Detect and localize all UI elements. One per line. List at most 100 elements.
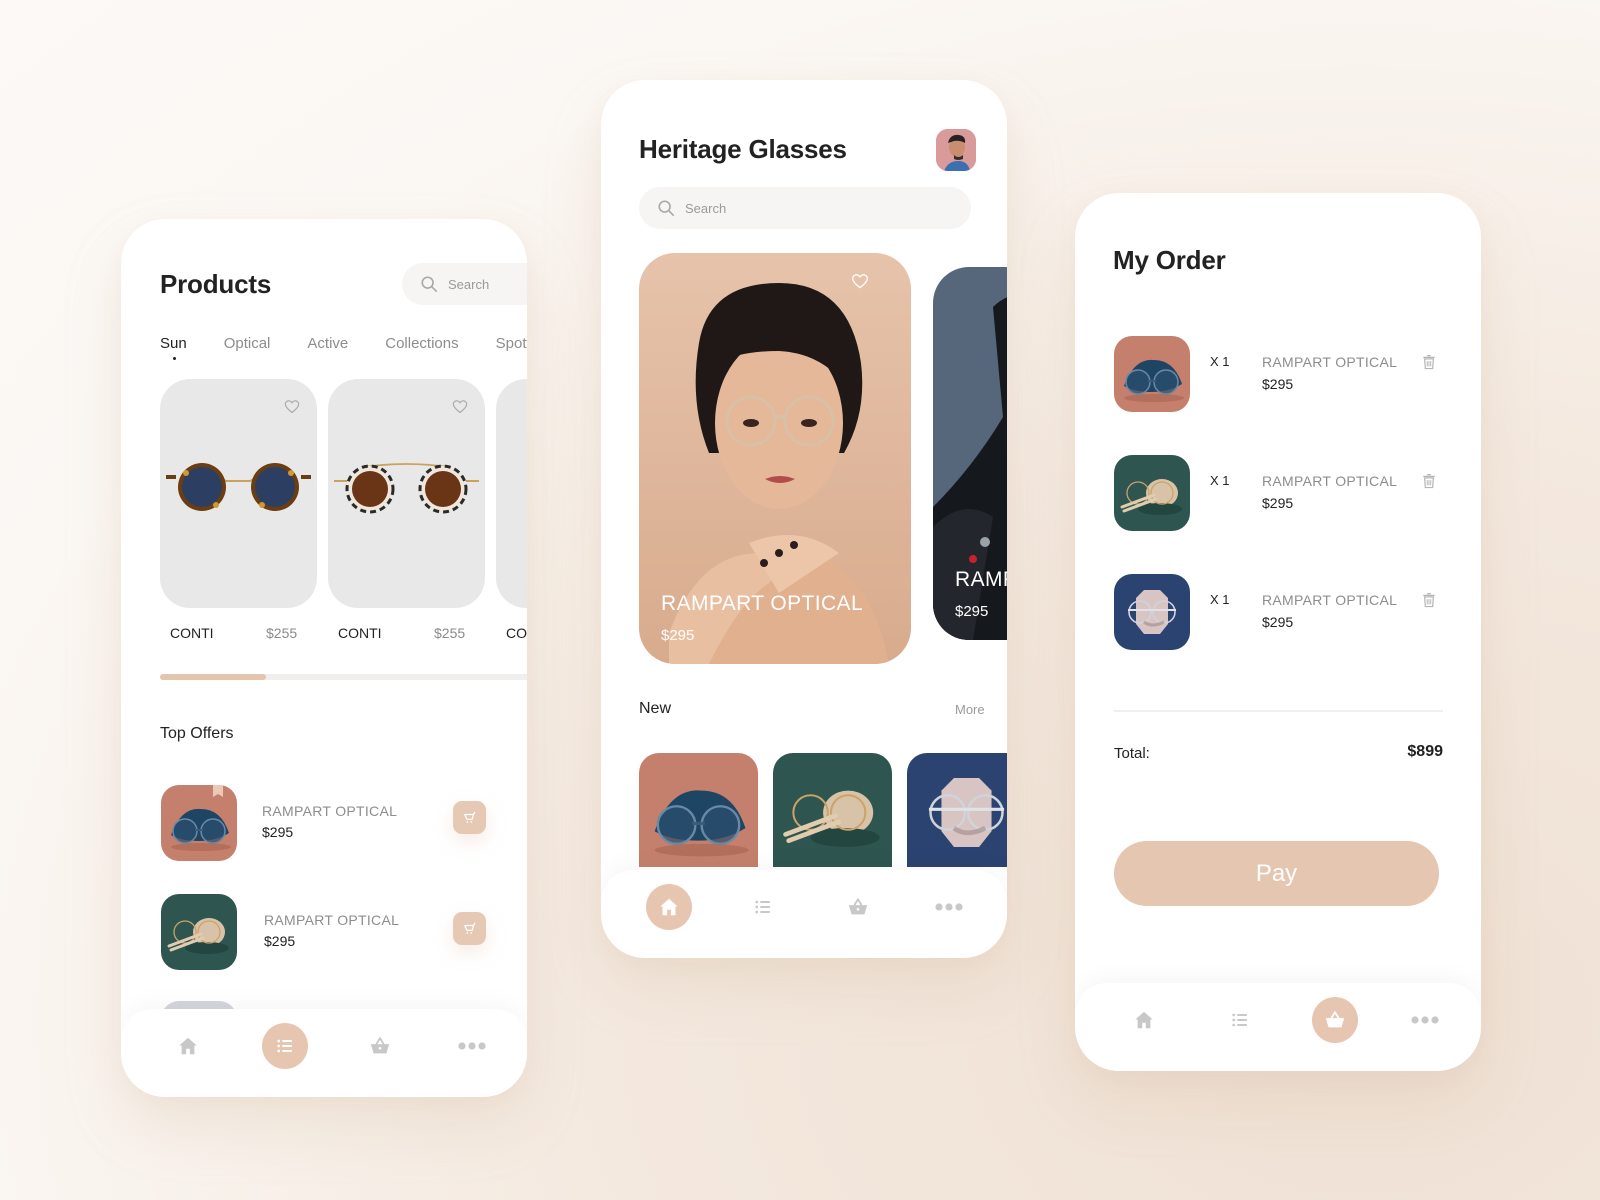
product-price: $255 [434, 625, 466, 641]
scroll-progress-bar[interactable] [160, 674, 527, 680]
order-screen: My Order X 1 RAMPART OPTICAL $295 X 1 RA… [1075, 193, 1481, 1071]
product-card[interactable] [496, 379, 527, 608]
featured-card[interactable]: RAMPART OPTICAL $295 [639, 253, 911, 664]
product-image [1114, 574, 1190, 650]
bottom-nav [121, 1009, 527, 1097]
list-icon [753, 897, 773, 917]
product-name: CONTI [170, 625, 214, 641]
order-item-thumbnail[interactable] [1114, 336, 1190, 412]
home-screen: Heritage Glasses Search RAMPART OPTICAL … [601, 80, 1007, 958]
pay-button[interactable]: Pay [1114, 841, 1439, 906]
nav-basket[interactable] [1312, 997, 1358, 1043]
trash-icon[interactable] [1422, 592, 1436, 608]
nav-list[interactable] [740, 884, 786, 930]
product-image [166, 463, 311, 511]
featured-card[interactable]: RAMPART OPTICAL $295 [933, 267, 1007, 640]
divider [1114, 710, 1443, 712]
trash-icon[interactable] [1422, 473, 1436, 489]
product-image [1114, 455, 1190, 531]
total-label: Total: [1114, 745, 1150, 762]
product-card[interactable] [328, 379, 485, 608]
more-icon [457, 1041, 487, 1051]
featured-name: RAMPART OPTICAL [955, 568, 1007, 591]
app-title: Heritage Glasses [639, 134, 847, 164]
tab-active[interactable]: Active [307, 335, 348, 352]
nav-more[interactable] [926, 884, 972, 930]
heart-icon[interactable] [284, 399, 300, 414]
product-image [334, 463, 479, 514]
nav-home[interactable] [646, 884, 692, 930]
order-item-name: RAMPART OPTICAL [1262, 473, 1398, 489]
product-name: CO [506, 625, 527, 641]
nav-more[interactable] [449, 1023, 495, 1069]
product-image [773, 753, 892, 867]
avatar[interactable] [936, 129, 976, 171]
list-icon [275, 1036, 295, 1056]
basket-icon [369, 1035, 391, 1057]
nav-home[interactable] [165, 1023, 211, 1069]
featured-name: RAMPART OPTICAL [661, 592, 864, 615]
offer-thumbnail[interactable] [161, 785, 237, 861]
tab-sun[interactable]: Sun [160, 335, 187, 360]
offer-name: RAMPART OPTICAL [262, 803, 398, 819]
new-item[interactable] [773, 753, 892, 867]
list-icon [1230, 1010, 1250, 1030]
tab-optical[interactable]: Optical [224, 335, 271, 352]
page-title: Products [160, 269, 272, 299]
nav-list[interactable] [1217, 997, 1263, 1043]
home-icon [658, 896, 680, 918]
scroll-progress-fill [160, 674, 267, 680]
product-image [907, 753, 1007, 867]
home-icon [1133, 1009, 1155, 1031]
nav-basket[interactable] [357, 1023, 403, 1069]
product-image [161, 894, 237, 970]
product-price: $255 [266, 625, 298, 641]
heart-icon[interactable] [452, 399, 468, 414]
search-input[interactable]: Search [402, 263, 527, 305]
order-item-thumbnail[interactable] [1114, 455, 1190, 531]
more-icon [934, 902, 964, 912]
search-input[interactable]: Search [639, 187, 971, 229]
section-title: New [639, 700, 672, 717]
nav-list[interactable] [262, 1023, 308, 1069]
category-tabs: Sun Optical Active Collections Spotti [160, 335, 527, 360]
cart-icon [463, 811, 477, 825]
product-image [639, 753, 758, 867]
order-item-qty: X 1 [1210, 354, 1230, 369]
order-item-name: RAMPART OPTICAL [1262, 354, 1398, 370]
more-icon [1410, 1015, 1440, 1025]
trash-icon[interactable] [1422, 354, 1436, 370]
section-title: Top Offers [160, 725, 234, 742]
cart-icon [463, 922, 477, 936]
products-screen: Products Search Sun Optical Active Colle… [121, 219, 527, 1097]
order-item-price: $295 [1262, 614, 1294, 630]
basket-icon [847, 896, 869, 918]
search-placeholder: Search [685, 200, 727, 216]
product-name: CONTI [338, 625, 382, 641]
order-item-name: RAMPART OPTICAL [1262, 592, 1398, 608]
offer-thumbnail[interactable] [161, 894, 237, 970]
new-item[interactable] [639, 753, 758, 867]
product-image [1114, 336, 1190, 412]
nav-more[interactable] [1402, 997, 1448, 1043]
search-icon [420, 275, 438, 293]
order-item-thumbnail[interactable] [1114, 574, 1190, 650]
tab-sport[interactable]: Spotti [496, 335, 527, 352]
bottom-nav [1075, 983, 1481, 1071]
offer-price: $295 [264, 933, 296, 949]
heart-icon[interactable] [851, 273, 869, 289]
nav-basket[interactable] [835, 884, 881, 930]
more-link[interactable]: More [955, 702, 985, 717]
nav-home[interactable] [1121, 997, 1167, 1043]
product-image [161, 785, 237, 861]
product-card[interactable] [160, 379, 317, 608]
offer-name: RAMPART OPTICAL [264, 912, 400, 928]
order-item-qty: X 1 [1210, 473, 1230, 488]
total-value: $899 [1407, 743, 1443, 760]
add-to-cart-button[interactable] [453, 912, 486, 945]
featured-price: $295 [661, 627, 695, 644]
order-item-qty: X 1 [1210, 592, 1230, 607]
new-item[interactable] [907, 753, 1007, 867]
add-to-cart-button[interactable] [453, 801, 486, 834]
tab-collections[interactable]: Collections [385, 335, 458, 352]
